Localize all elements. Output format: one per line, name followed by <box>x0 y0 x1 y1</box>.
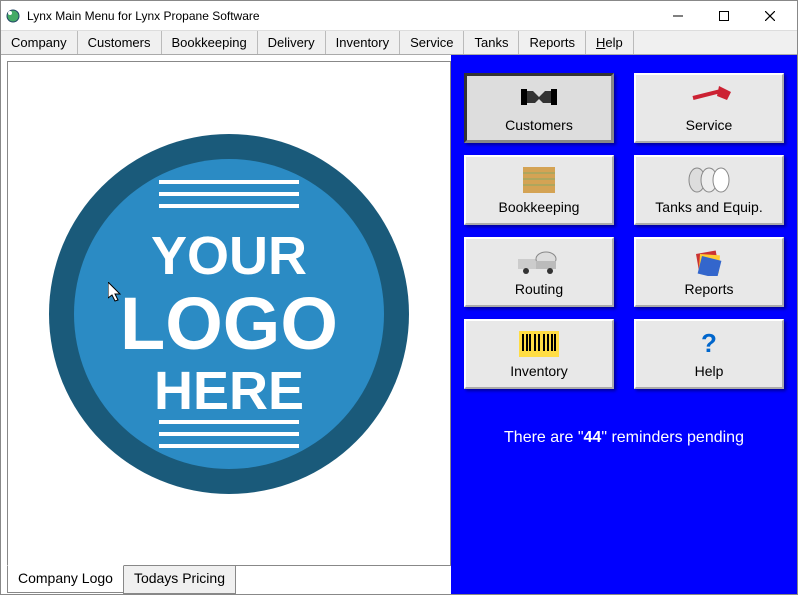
routing-label: Routing <box>515 281 563 297</box>
barcode-icon <box>519 329 559 359</box>
menu-delivery[interactable]: Delivery <box>258 31 326 54</box>
reports-button[interactable]: Reports <box>634 237 784 307</box>
svg-text:YOUR: YOUR <box>151 226 307 286</box>
menu-customers[interactable]: Customers <box>78 31 162 54</box>
service-button[interactable]: Service <box>634 73 784 143</box>
content-area: YOUR LOGO HERE Company Logo Todays Prici… <box>1 55 797 594</box>
routing-button[interactable]: Routing <box>464 237 614 307</box>
svg-text:HERE: HERE <box>154 361 304 421</box>
truck-icon <box>516 247 562 277</box>
left-tabs: Company Logo Todays Pricing <box>7 566 451 594</box>
handshake-icon <box>519 83 559 113</box>
left-pane: YOUR LOGO HERE Company Logo Todays Prici… <box>1 55 451 594</box>
button-grid: Customers Service Bookkeeping <box>464 73 784 389</box>
tanks-button[interactable]: Tanks and Equip. <box>634 155 784 225</box>
minimize-button[interactable] <box>655 2 701 30</box>
inventory-button[interactable]: Inventory <box>464 319 614 389</box>
service-label: Service <box>686 117 733 133</box>
right-pane: Customers Service Bookkeeping <box>451 55 797 594</box>
customers-button[interactable]: Customers <box>464 73 614 143</box>
tanks-icon <box>687 165 731 195</box>
help-button[interactable]: ? Help <box>634 319 784 389</box>
menubar: Company Customers Bookkeeping Delivery I… <box>1 31 797 55</box>
app-icon <box>5 8 21 24</box>
reports-label: Reports <box>684 281 733 297</box>
cursor-icon <box>108 282 124 309</box>
inventory-label: Inventory <box>510 363 568 379</box>
folders-icon <box>692 247 726 277</box>
main-window: Lynx Main Menu for Lynx Propane Software… <box>0 0 798 595</box>
help-label: Help <box>695 363 724 379</box>
tab-company-logo[interactable]: Company Logo <box>7 565 124 593</box>
tanks-label: Tanks and Equip. <box>655 199 762 215</box>
ledger-icon <box>521 165 557 195</box>
bookkeeping-label: Bookkeeping <box>499 199 580 215</box>
menu-bookkeeping[interactable]: Bookkeeping <box>162 31 258 54</box>
menu-service[interactable]: Service <box>400 31 464 54</box>
tab-todays-pricing[interactable]: Todays Pricing <box>123 566 236 594</box>
window-controls <box>655 2 793 30</box>
menu-inventory[interactable]: Inventory <box>326 31 400 54</box>
menu-reports[interactable]: Reports <box>519 31 586 54</box>
menu-tanks[interactable]: Tanks <box>464 31 519 54</box>
titlebar: Lynx Main Menu for Lynx Propane Software <box>1 1 797 31</box>
logo-placeholder: YOUR LOGO HERE <box>29 114 429 514</box>
menu-help[interactable]: Help <box>586 31 634 54</box>
menu-company[interactable]: Company <box>1 31 78 54</box>
question-icon: ? <box>699 329 719 359</box>
close-button[interactable] <box>747 2 793 30</box>
customers-label: Customers <box>505 117 573 133</box>
reminder-count: 44 <box>584 429 602 446</box>
maximize-button[interactable] <box>701 2 747 30</box>
window-title: Lynx Main Menu for Lynx Propane Software <box>27 9 655 23</box>
svg-text:?: ? <box>701 330 717 358</box>
reminder-text: There are "44" reminders pending <box>504 429 744 447</box>
logo-frame: YOUR LOGO HERE <box>7 61 451 566</box>
svg-text:LOGO: LOGO <box>120 282 338 365</box>
wrench-icon <box>687 83 731 113</box>
bookkeeping-button[interactable]: Bookkeeping <box>464 155 614 225</box>
